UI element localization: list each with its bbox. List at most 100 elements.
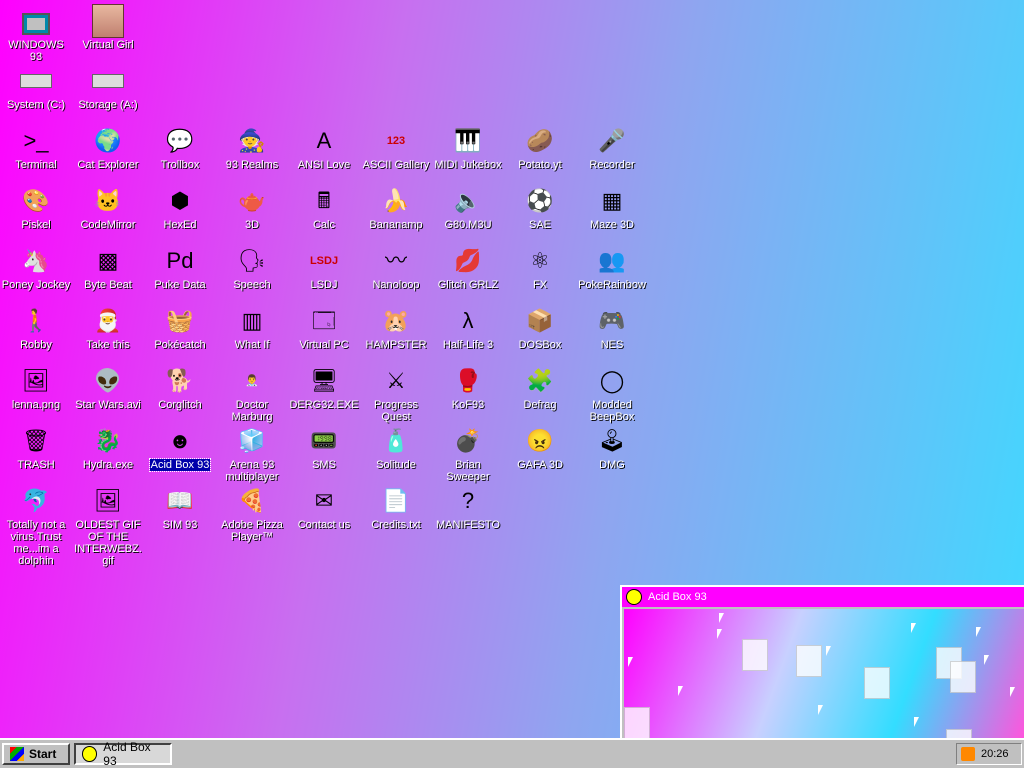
smiley-icon bbox=[626, 589, 642, 605]
bytebeat-desktop-icon[interactable]: ▩ Byte Beat bbox=[72, 245, 144, 291]
banana-desktop-icon[interactable]: 🍌 Bananamp bbox=[360, 185, 432, 231]
hydra-desktop-icon[interactable]: 🐉 Hydra.exe bbox=[72, 425, 144, 471]
doctor-desktop-icon[interactable]: 👨‍⚕️ Doctor Marburg bbox=[216, 365, 288, 423]
desktop-icon-label: Acid Box 93 bbox=[148, 458, 212, 472]
dolphin-desktop-icon[interactable]: 🐬 Totally not a virus.Trust me...im a dol… bbox=[0, 485, 72, 567]
calculator-desktop-icon[interactable]: 🖩 Calc bbox=[288, 185, 360, 231]
gameboy-desktop-icon[interactable]: 🕹 DMG bbox=[576, 425, 648, 471]
microphone-desktop-icon[interactable]: 🎤 Recorder bbox=[576, 125, 648, 171]
hamster-desktop-icon[interactable]: 🐹 HAMPSTER bbox=[360, 305, 432, 351]
green-window-desktop-icon[interactable]: ▥ What If bbox=[216, 305, 288, 351]
desktop-icon-label: Nanoloop bbox=[372, 279, 420, 291]
desktop-icon-label: Speech bbox=[233, 279, 271, 291]
speech-face-desktop-icon[interactable]: 🗣 Speech bbox=[216, 245, 288, 291]
taskbar-item-acid-box[interactable]: Acid Box 93 bbox=[74, 740, 172, 768]
nanoloop-desktop-icon[interactable]: 〰 Nanoloop bbox=[360, 245, 432, 291]
audio-file-desktop-icon[interactable]: 🔈 G80.M3U bbox=[432, 185, 504, 231]
question-mark-desktop-icon[interactable]: ? MANIFESTO bbox=[432, 485, 504, 531]
cat-globe-icon: 🌍 bbox=[94, 128, 122, 153]
pizza-desktop-icon[interactable]: 🍕 Adobe Pizza Player™ bbox=[216, 485, 288, 543]
start-label: Start bbox=[29, 747, 57, 761]
pd-desktop-icon[interactable]: Pd Puke Data bbox=[144, 245, 216, 291]
pd-icon: Pd bbox=[166, 248, 194, 273]
defrag-desktop-icon[interactable]: 🧩 Defrag bbox=[504, 365, 576, 411]
storage-a-icon[interactable]: Storage (A:) bbox=[72, 65, 144, 111]
chat-bubble-desktop-icon[interactable]: 💬 Trollbox bbox=[144, 125, 216, 171]
cat-desktop-icon[interactable]: 🐱 CodeMirror bbox=[72, 185, 144, 231]
green-ring-desktop-icon[interactable]: ◯ Modded BeepBox bbox=[576, 365, 648, 423]
doom-face-desktop-icon[interactable]: 😠 GAFA 3D bbox=[504, 425, 576, 471]
desktop-icon-label: GAFA 3D bbox=[517, 459, 563, 471]
potato-desktop-icon[interactable]: 🥔 Potato.yt bbox=[504, 125, 576, 171]
fighter-desktop-icon[interactable]: 🥊 KoF93 bbox=[432, 365, 504, 411]
mine-desktop-icon[interactable]: 💣 Brian Sweeper bbox=[432, 425, 504, 483]
santa-desktop-icon[interactable]: 🎅 Take this bbox=[72, 305, 144, 351]
terminal-desktop-icon[interactable]: >_ Terminal bbox=[0, 125, 72, 171]
console-desktop-icon[interactable]: 📟 SMS bbox=[288, 425, 360, 471]
virtual-girl-icon[interactable]: Virtual Girl bbox=[72, 4, 144, 51]
swords-desktop-icon[interactable]: ⚔ Progress Quest bbox=[360, 365, 432, 423]
desktop-icon-label: SAE bbox=[528, 219, 551, 231]
piano-keys-desktop-icon[interactable]: 🎹 MIDI Jukebox bbox=[432, 125, 504, 171]
cube-color-desktop-icon[interactable]: 🧊 Arena 93 multiplayer bbox=[216, 425, 288, 483]
desktop-icon-label: Terminal bbox=[15, 159, 57, 171]
pony-desktop-icon[interactable]: 🦄 Poney Jockey bbox=[0, 245, 72, 291]
terminal-icon: >_ bbox=[23, 128, 49, 153]
acid-box-window[interactable]: Acid Box 93 bbox=[620, 585, 1024, 740]
desktop-icon-label: Virtual PC bbox=[299, 339, 349, 351]
cube-color-icon: 🧊 bbox=[238, 428, 266, 453]
trainers-desktop-icon[interactable]: 👥 PokeRainbow bbox=[576, 245, 648, 291]
gif-file-desktop-icon[interactable]: 🖼 OLDEST GIF OF THE INTERWEBZ.gif bbox=[72, 485, 144, 567]
desktop-icon-label: Arena 93 multiplayer bbox=[225, 459, 279, 483]
lambda-desktop-icon[interactable]: λ Half-Life 3 bbox=[432, 305, 504, 351]
bottle-desktop-icon[interactable]: 🧴 Solitude bbox=[360, 425, 432, 471]
amiga-ball-icon: ⚽ bbox=[526, 188, 554, 213]
cursor-sprite bbox=[717, 629, 722, 639]
letter-a-desktop-icon[interactable]: A ANSI Love bbox=[288, 125, 360, 171]
smiley-icon bbox=[82, 746, 98, 762]
letter-pen-desktop-icon[interactable]: ✉ Contact us bbox=[288, 485, 360, 531]
recycle-bin-desktop-icon[interactable]: 🗑 TRASH bbox=[0, 425, 72, 471]
image-file-desktop-icon[interactable]: 🖼 lenna.png bbox=[0, 365, 72, 411]
window-desktop-icon[interactable]: 🗔 Virtual PC bbox=[288, 305, 360, 351]
cursor-sprite bbox=[628, 657, 633, 667]
desktop-icon-label: DERG32.EXE bbox=[289, 399, 359, 411]
desktop-icon-label: Defrag bbox=[523, 399, 557, 411]
basket-desktop-icon[interactable]: 🧺 Pokécatch bbox=[144, 305, 216, 351]
system-c-icon[interactable]: System (C:) bbox=[0, 65, 72, 111]
yoda-icon: 👽 bbox=[94, 368, 122, 393]
nes-desktop-icon[interactable]: 🎮 NES bbox=[576, 305, 648, 351]
cat-globe-desktop-icon[interactable]: 🌍 Cat Explorer bbox=[72, 125, 144, 171]
desktop-icon-label: ASCII Gallery bbox=[362, 159, 430, 171]
book-desktop-icon[interactable]: 📖 SIM 93 bbox=[144, 485, 216, 531]
teapot-desktop-icon[interactable]: 🫖 3D bbox=[216, 185, 288, 231]
monitor-face-desktop-icon[interactable]: 🖥 DERG32.EXE bbox=[288, 365, 360, 411]
123-desktop-icon[interactable]: 123 ASCII Gallery bbox=[360, 125, 432, 171]
recycle-bin-icon: 🗑 bbox=[22, 428, 50, 453]
file-sprite bbox=[946, 729, 972, 738]
windows93-icon[interactable]: WINDOWS 93 bbox=[0, 5, 72, 63]
desktop-icon-label: Star Wars.avi bbox=[75, 399, 141, 411]
yoda-desktop-icon[interactable]: 👽 Star Wars.avi bbox=[72, 365, 144, 411]
desktop-icon-label: HAMPSTER bbox=[365, 339, 427, 351]
lsdj-desktop-icon[interactable]: LSDJ LSDJ bbox=[288, 245, 360, 291]
window-title-bar[interactable]: Acid Box 93 bbox=[622, 587, 1024, 607]
text-file-desktop-icon[interactable]: 📄 Credits.txt bbox=[360, 485, 432, 531]
amiga-ball-desktop-icon[interactable]: ⚽ SAE bbox=[504, 185, 576, 231]
rss-icon[interactable] bbox=[961, 747, 975, 761]
blue-smiley-desktop-icon[interactable]: ☻ Acid Box 93 bbox=[144, 425, 216, 472]
start-button[interactable]: Start bbox=[2, 743, 70, 765]
dosbox-desktop-icon[interactable]: 📦 DOSBox bbox=[504, 305, 576, 351]
palette-desktop-icon[interactable]: 🎨 Piskel bbox=[0, 185, 72, 231]
wizard-desktop-icon[interactable]: 🧙 93 Realms bbox=[216, 125, 288, 171]
fighter-icon: 🥊 bbox=[454, 368, 482, 393]
atom-desktop-icon[interactable]: ⚛ FX bbox=[504, 245, 576, 291]
cube-desktop-icon[interactable]: ⬢ HexEd bbox=[144, 185, 216, 231]
acid-box-canvas[interactable] bbox=[624, 609, 1024, 738]
stick-figure-desktop-icon[interactable]: 🚶 Robby bbox=[0, 305, 72, 351]
lips-desktop-icon[interactable]: 💋 Glitch GRLZ bbox=[432, 245, 504, 291]
maze-desktop-icon[interactable]: ▦ Maze 3D bbox=[576, 185, 648, 231]
doom-face-icon: 😠 bbox=[526, 428, 554, 453]
desktop-icon-label: Robby bbox=[20, 339, 52, 351]
corgi-desktop-icon[interactable]: 🐕 Corglitch bbox=[144, 365, 216, 411]
